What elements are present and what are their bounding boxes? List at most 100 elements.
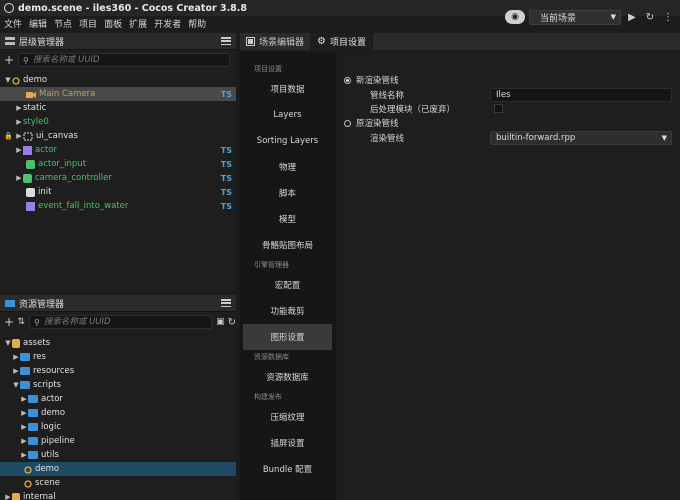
- collapse-icon[interactable]: ▣: [216, 317, 225, 327]
- asset-node-scene[interactable]: scene: [0, 476, 236, 490]
- nav-item-skeleton-atlas[interactable]: 骨骼贴图布局: [243, 232, 332, 258]
- refresh-button[interactable]: ↻: [643, 10, 657, 24]
- chevron-right-icon[interactable]: ▶: [20, 409, 28, 417]
- folder-icon: [20, 367, 30, 375]
- asset-node-resources[interactable]: ▶ resources: [0, 364, 236, 378]
- render-pipeline-select[interactable]: builtin-forward.rpp ▼: [490, 131, 672, 145]
- asset-node-res[interactable]: ▶ res: [0, 350, 236, 364]
- post-process-checkbox[interactable]: [494, 104, 503, 113]
- tab-project-settings[interactable]: ⚙ 项目设置: [311, 33, 374, 50]
- nav-item-project-data[interactable]: 项目数据: [243, 76, 332, 102]
- new-pipeline-option[interactable]: 新渲染管线: [344, 74, 399, 86]
- add-asset-button[interactable]: +: [4, 315, 17, 329]
- asset-node-internal[interactable]: ▶ internal: [0, 490, 236, 500]
- chevron-right-icon[interactable]: ▶: [4, 493, 12, 500]
- nav-item-script[interactable]: 脚本: [243, 180, 332, 206]
- tree-node-style0[interactable]: ▶ style0: [0, 115, 236, 129]
- tree-node-init[interactable]: init TS: [0, 185, 236, 199]
- lock-icon[interactable]: 🔒: [4, 132, 13, 140]
- nav-item-splash[interactable]: 插屏设置: [243, 430, 332, 456]
- chevron-right-icon[interactable]: ▶: [15, 132, 23, 140]
- chevron-right-icon[interactable]: ▶: [15, 146, 23, 154]
- ts-badge: TS: [220, 89, 232, 99]
- folder-icon: [28, 409, 38, 417]
- window-title: demo.scene - iles360 - Cocos Creator 3.8…: [18, 2, 248, 14]
- more-button[interactable]: ⋮: [661, 10, 675, 24]
- nav-section-engine: 引擎管理器: [254, 261, 289, 269]
- prefab-icon: [26, 201, 35, 211]
- post-process-label: 后处理模块（已废弃）: [370, 105, 456, 115]
- nav-section-project: 项目设置: [254, 65, 282, 73]
- tab-scene-editor[interactable]: 场景编辑器: [240, 33, 312, 50]
- asset-node-logic[interactable]: ▶ logic: [0, 420, 236, 434]
- chevron-right-icon[interactable]: ▶: [15, 118, 23, 126]
- chevron-down-icon[interactable]: ▼: [12, 381, 20, 389]
- hierarchy-search-input[interactable]: [32, 55, 229, 65]
- globe-icon: ◉: [511, 12, 519, 22]
- chevron-down-icon[interactable]: ▼: [4, 339, 12, 347]
- ts-badge: TS: [220, 145, 232, 155]
- assets-search-input[interactable]: [43, 317, 212, 327]
- preview-scene-select[interactable]: 当前场景 ▼: [529, 9, 621, 25]
- nav-item-macro[interactable]: 宏配置: [243, 272, 332, 298]
- nav-item-model[interactable]: 模型: [243, 206, 332, 232]
- play-button[interactable]: ▶: [625, 10, 639, 24]
- assets-search-row: + ⇅ ⚲ ▣ ↻: [0, 312, 236, 332]
- chevron-right-icon[interactable]: ▶: [20, 451, 28, 459]
- chevron-right-icon[interactable]: ▶: [20, 437, 28, 445]
- asset-node-actor[interactable]: ▶ actor: [0, 392, 236, 406]
- tree-node-demo[interactable]: ▼ demo: [0, 73, 236, 87]
- tree-node-ui-canvas[interactable]: 🔒 ▶ ui_canvas: [0, 129, 236, 143]
- chevron-right-icon[interactable]: ▶: [20, 423, 28, 431]
- refresh-icon[interactable]: ↻: [228, 317, 236, 328]
- nav-item-feature-crop[interactable]: 功能裁剪: [243, 298, 332, 324]
- menu-extension[interactable]: 扩展: [129, 17, 147, 30]
- asset-node-demo-scene[interactable]: demo: [0, 462, 236, 476]
- folder-icon: [28, 423, 38, 431]
- menu-edit[interactable]: 编辑: [29, 17, 47, 30]
- sort-icon[interactable]: ⇅: [17, 317, 25, 327]
- asset-node-utils[interactable]: ▶ utils: [0, 448, 236, 462]
- legacy-pipeline-radio[interactable]: [344, 119, 351, 127]
- nav-item-graphics[interactable]: 图形设置: [243, 324, 332, 350]
- legacy-pipeline-option[interactable]: 原渲染管线: [344, 117, 399, 129]
- chevron-down-icon[interactable]: ▼: [4, 76, 12, 84]
- panel-menu-icon[interactable]: [221, 36, 231, 46]
- asset-node-demo-folder[interactable]: ▶ demo: [0, 406, 236, 420]
- hierarchy-search-box: ⚲: [18, 53, 230, 67]
- menu-node[interactable]: 节点: [54, 17, 72, 30]
- tree-node-main-camera[interactable]: Main Camera TS: [0, 87, 236, 101]
- asset-node-assets[interactable]: ▼ assets: [0, 336, 236, 350]
- pipeline-name-input[interactable]: Iles: [490, 88, 672, 102]
- tree-node-camera-controller[interactable]: ▶ camera_controller TS: [0, 171, 236, 185]
- menu-file[interactable]: 文件: [4, 17, 22, 30]
- menu-project[interactable]: 项目: [79, 17, 97, 30]
- menu-panel[interactable]: 面板: [104, 17, 122, 30]
- tree-node-actor-input[interactable]: actor_input TS: [0, 157, 236, 171]
- refresh-icon: ↻: [645, 11, 655, 23]
- asset-node-pipeline[interactable]: ▶ pipeline: [0, 434, 236, 448]
- panel-menu-icon[interactable]: [221, 298, 231, 308]
- preview-platform-button[interactable]: ◉: [505, 10, 525, 24]
- folder-icon: [28, 451, 38, 459]
- pipeline-name-label: 管线名称: [370, 91, 405, 101]
- menu-help[interactable]: 帮助: [188, 17, 206, 30]
- chevron-right-icon[interactable]: ▶: [20, 395, 28, 403]
- new-pipeline-radio[interactable]: [344, 76, 351, 84]
- tree-node-actor[interactable]: ▶ actor TS: [0, 143, 236, 157]
- chevron-right-icon[interactable]: ▶: [12, 353, 20, 361]
- nav-item-sorting-layers[interactable]: Sorting Layers: [243, 128, 332, 154]
- tree-node-static[interactable]: ▶ static: [0, 101, 236, 115]
- nav-item-physics[interactable]: 物理: [243, 154, 332, 180]
- nav-item-texture-compress[interactable]: 压缩纹理: [243, 404, 332, 430]
- menu-developer[interactable]: 开发者: [154, 17, 181, 30]
- tree-node-event-fall-into-water[interactable]: event_fall_into_water TS: [0, 199, 236, 213]
- chevron-right-icon[interactable]: ▶: [15, 104, 23, 112]
- nav-item-asset-db[interactable]: 资源数据库: [243, 364, 332, 390]
- chevron-right-icon[interactable]: ▶: [12, 367, 20, 375]
- nav-item-bundle[interactable]: Bundle 配置: [243, 456, 332, 482]
- nav-item-layers[interactable]: Layers: [243, 102, 332, 128]
- chevron-right-icon[interactable]: ▶: [15, 174, 23, 182]
- add-node-button[interactable]: +: [4, 53, 18, 67]
- asset-node-scripts[interactable]: ▼ scripts: [0, 378, 236, 392]
